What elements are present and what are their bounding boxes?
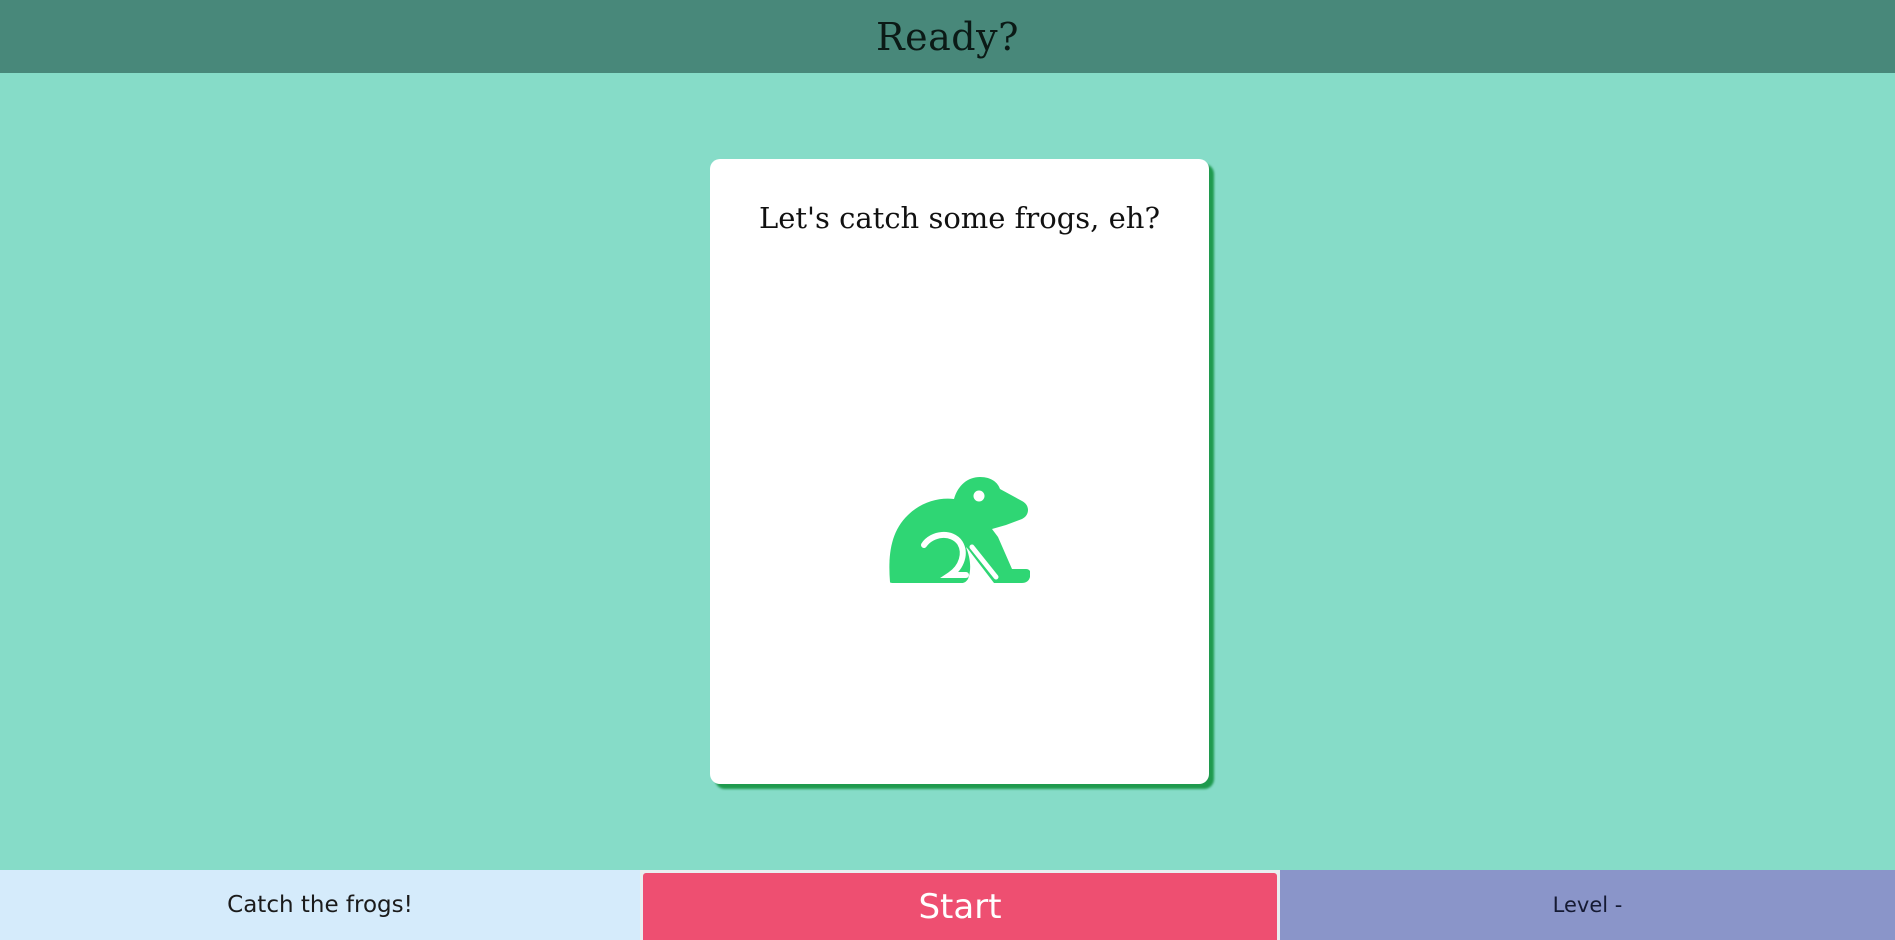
- intro-card: Let's catch some frogs, eh?: [710, 159, 1209, 784]
- start-button-frame: Start: [640, 870, 1280, 940]
- page-title: Ready?: [876, 14, 1019, 59]
- level-indicator: Level -: [1280, 870, 1895, 940]
- start-button[interactable]: Start: [643, 873, 1277, 940]
- game-objective: Catch the frogs!: [0, 870, 640, 940]
- intro-message: Let's catch some frogs, eh?: [758, 201, 1160, 235]
- frog-icon: [889, 477, 1030, 583]
- header-bar: Ready?: [0, 0, 1895, 73]
- footer-bar: Catch the frogs! Start Level -: [0, 870, 1895, 940]
